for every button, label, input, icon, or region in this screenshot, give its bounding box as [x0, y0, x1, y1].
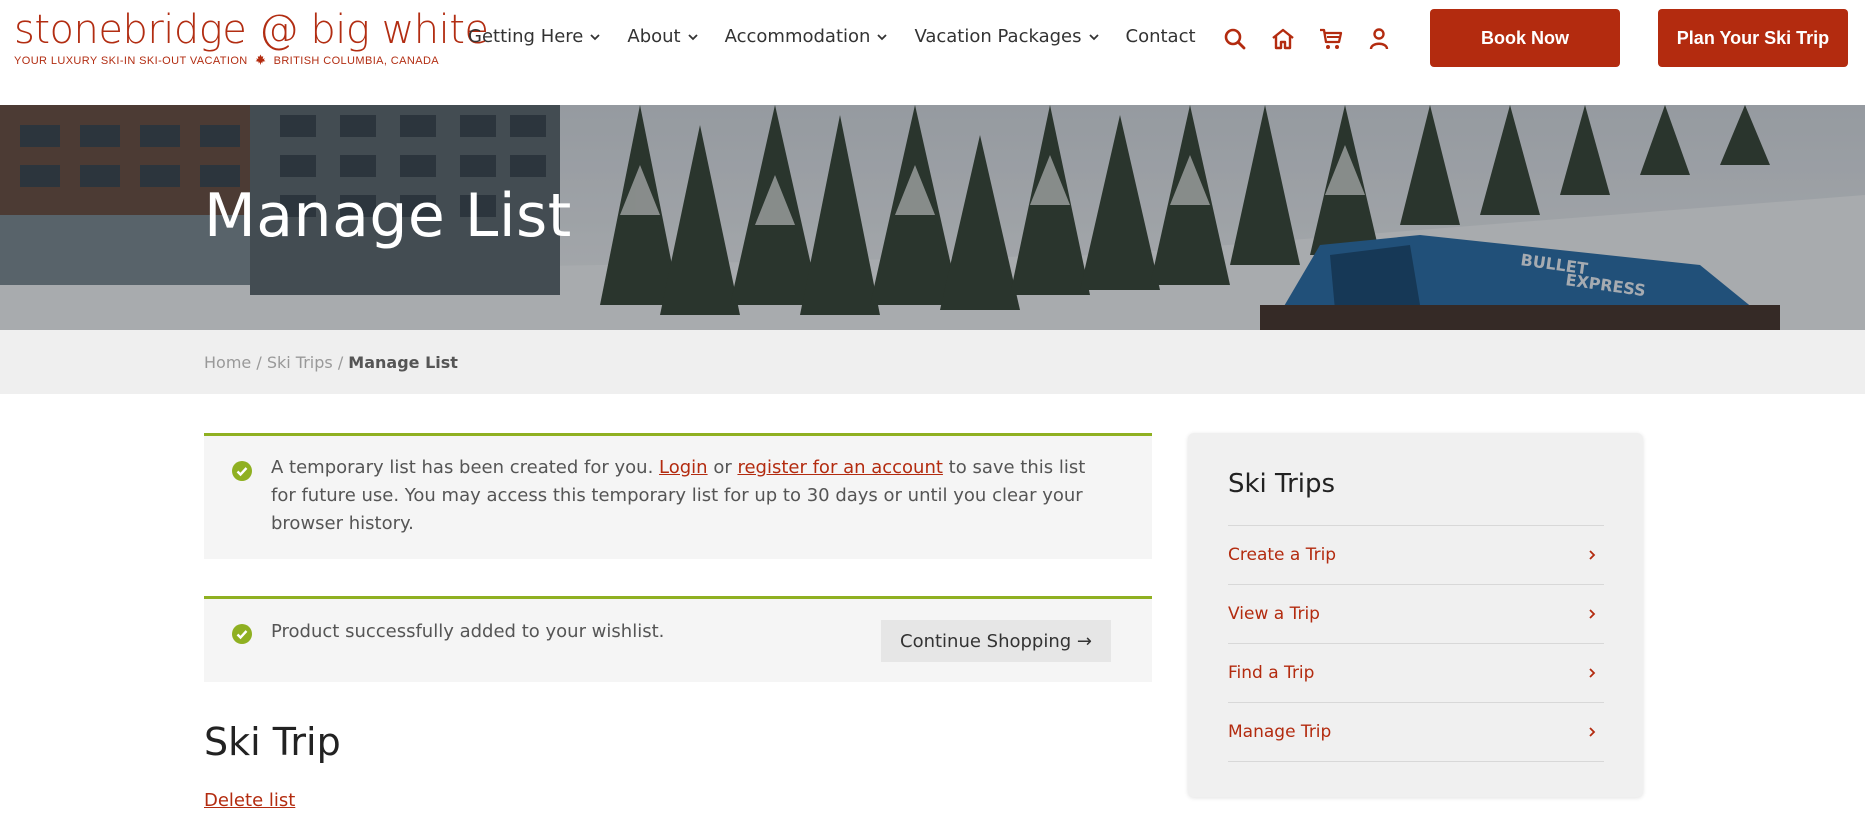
breadcrumb: Home / Ski Trips / Manage List — [204, 353, 458, 372]
nav-item-label: Getting Here — [468, 26, 584, 47]
breadcrumb-bar: Home / Ski Trips / Manage List — [0, 330, 1865, 394]
tagline-right: BRITISH COLUMBIA, CANADA — [273, 55, 440, 67]
register-link[interactable]: register for an account — [737, 457, 942, 478]
logo-wordmark: stonebridge @ big white — [14, 7, 489, 53]
sidebar-item-view-trip[interactable]: View a Trip — [1228, 585, 1604, 644]
chevron-right-icon — [1589, 727, 1596, 737]
sidebar-item-label: Find a Trip — [1228, 663, 1315, 683]
site-header: stonebridge @ big white YOUR LUXURY SKI-… — [0, 0, 1865, 105]
plan-ski-trip-button[interactable]: Plan Your Ski Trip — [1658, 9, 1848, 67]
check-circle-icon — [232, 461, 252, 481]
sidebar-item-create-trip[interactable]: Create a Trip — [1228, 526, 1604, 585]
sidebar-item-label: View a Trip — [1228, 604, 1320, 624]
breadcrumb-ski-trips[interactable]: Ski Trips — [267, 353, 333, 372]
sidebar-item-find-trip[interactable]: Find a Trip — [1228, 644, 1604, 703]
site-logo[interactable]: stonebridge @ big white YOUR LUXURY SKI-… — [14, 7, 489, 67]
delete-list-link[interactable]: Delete list — [204, 790, 295, 811]
home-button[interactable] — [1268, 24, 1298, 54]
continue-shopping-button[interactable]: Continue Shopping → — [881, 620, 1111, 662]
sidebar-item-label: Create a Trip — [1228, 545, 1337, 565]
user-icon — [1369, 28, 1389, 50]
notice-text-before: A temporary list has been created for yo… — [271, 457, 660, 478]
nav-item-accommodation[interactable]: Accommodation — [725, 26, 889, 47]
breadcrumb-home[interactable]: Home — [204, 353, 251, 372]
chevron-down-icon — [590, 33, 601, 40]
nav-item-contact[interactable]: Contact — [1126, 26, 1196, 47]
search-button[interactable] — [1220, 24, 1250, 54]
breadcrumb-separator: / — [337, 353, 344, 372]
maple-leaf-icon — [255, 54, 266, 65]
ski-trips-sidebar: Ski Trips Create a Trip View a Trip Find… — [1188, 433, 1643, 797]
hero-banner: BULLET EXPRESS Manage List — [0, 105, 1865, 330]
account-button[interactable] — [1364, 24, 1394, 54]
page-title: Manage List — [204, 181, 572, 251]
nav-item-label: Contact — [1125, 26, 1196, 47]
chevron-down-icon — [687, 33, 698, 40]
wishlist-added-notice: Product successfully added to your wishl… — [204, 596, 1152, 682]
check-circle-icon — [232, 624, 252, 644]
nav-item-label: About — [627, 26, 681, 47]
chevron-right-icon — [1589, 609, 1596, 619]
login-link[interactable]: Login — [659, 457, 708, 478]
chevron-right-icon — [1589, 668, 1596, 678]
sidebar-menu: Create a Trip View a Trip Find a Trip Ma… — [1228, 525, 1604, 762]
logo-tagline: YOUR LUXURY SKI-IN SKI-OUT VACATION BRIT… — [14, 54, 454, 67]
cart-button[interactable] — [1316, 24, 1346, 54]
breadcrumb-separator: / — [256, 353, 262, 372]
main-nav: Getting Here About Accommodation Vacatio… — [468, 26, 1222, 47]
temporary-list-notice: A temporary list has been created for yo… — [204, 433, 1152, 559]
sidebar-title: Ski Trips — [1228, 469, 1336, 499]
sidebar-item-manage-trip[interactable]: Manage Trip — [1228, 703, 1604, 762]
temporary-list-message: A temporary list has been created for yo… — [271, 454, 1112, 538]
cart-icon — [1320, 28, 1343, 49]
chevron-right-icon — [1589, 550, 1596, 560]
nav-item-vacation-packages[interactable]: Vacation Packages — [914, 26, 1099, 47]
header-icons — [1220, 24, 1412, 54]
sidebar-item-label: Manage Trip — [1228, 722, 1332, 742]
tagline-left: YOUR LUXURY SKI-IN SKI-OUT VACATION — [14, 55, 248, 67]
list-title: Ski Trip — [204, 720, 341, 764]
breadcrumb-current: Manage List — [348, 353, 458, 372]
chevron-down-icon — [1088, 33, 1099, 40]
nav-item-getting-here[interactable]: Getting Here — [468, 26, 601, 47]
notice-text-or: or — [707, 457, 738, 478]
home-icon — [1272, 28, 1294, 50]
book-now-button[interactable]: Book Now — [1430, 9, 1620, 67]
nav-item-label: Accommodation — [724, 26, 871, 47]
nav-item-label: Vacation Packages — [914, 26, 1082, 47]
chevron-down-icon — [877, 33, 888, 40]
nav-item-about[interactable]: About — [627, 26, 698, 47]
search-icon — [1224, 28, 1246, 50]
